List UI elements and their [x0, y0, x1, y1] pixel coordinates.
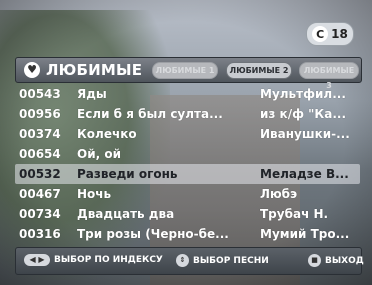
karaoke-screen: C 18 ♥ ЛЮБИМЫЕ ЛЮБИМЫЕ 1 ЛЮБИМЫЕ 2 ЛЮБИМ…: [0, 0, 372, 285]
song-code: 00956: [19, 107, 61, 121]
song-title: Ночь: [77, 187, 112, 201]
list-item[interactable]: 00734 Двадцать два Трубач Н.: [15, 204, 360, 224]
list-item[interactable]: 00654 Ой, ой: [15, 144, 360, 164]
song-artist: Любэ: [260, 187, 298, 201]
song-code: 00316: [19, 227, 61, 241]
song-select-label: ВЫБОР ПЕСНИ: [193, 255, 269, 266]
favorites-header: ♥ ЛЮБИМЫЕ ЛЮБИМЫЕ 1 ЛЮБИМЫЕ 2 ЛЮБИМЫЕ 3: [15, 57, 362, 90]
song-title: Три розы (Черно-бе...: [77, 227, 229, 241]
song-title: Двадцать два: [77, 207, 175, 221]
exit-hint: ■ ВЫХОД: [308, 254, 364, 267]
song-code: 00734: [19, 207, 61, 221]
song-code: 00543: [19, 87, 61, 101]
left-right-arrows-icon: ◀ ▶: [24, 254, 50, 266]
song-artist: из к/ф "Ка...: [260, 107, 347, 121]
song-code: 00654: [19, 147, 61, 161]
song-title: Ой, ой: [77, 147, 121, 161]
header-title: ЛЮБИМЫЕ: [46, 61, 143, 79]
list-item[interactable]: 00374 Колечко Иванушки-...: [15, 124, 360, 144]
list-item[interactable]: 00316 Три розы (Черно-бе... Мумий Тро...: [15, 224, 360, 244]
song-code: 00374: [19, 127, 61, 141]
song-code: 00532: [19, 167, 61, 181]
index-select-label: ВЫБОР ПО ИНДЕКСУ: [54, 255, 163, 265]
counter-value: 18: [331, 27, 348, 41]
song-select-hint: ⇕ ВЫБОР ПЕСНИ: [176, 254, 269, 267]
list-item[interactable]: 00543 Яды Мультфил...: [15, 84, 360, 104]
list-item[interactable]: 00956 Если б я был султа... из к/ф "Ка..…: [15, 104, 360, 124]
song-artist: Трубач Н.: [260, 207, 329, 221]
up-down-arrows-icon: ⇕: [176, 254, 189, 267]
song-artist: Мумий Тро...: [260, 227, 350, 241]
list-item[interactable]: 00467 Ночь Любэ: [15, 184, 360, 204]
tab-favorites-1[interactable]: ЛЮБИМЫЕ 1: [152, 62, 218, 79]
song-artist: Меладзе В...: [260, 167, 349, 181]
song-artist: Мультфил...: [260, 87, 346, 101]
list-item-selected[interactable]: 00532 Разведи огонь Меладзе В...: [15, 164, 360, 184]
favorites-panel: ♥ ЛЮБИМЫЕ ЛЮБИМЫЕ 1 ЛЮБИМЫЕ 2 ЛЮБИМЫЕ 3 …: [15, 57, 364, 275]
heart-icon: ♥: [24, 62, 40, 78]
song-list: 00543 Яды Мультфил... 00956 Если б я был…: [15, 84, 360, 244]
stop-icon: ■: [308, 254, 321, 267]
song-title: Если б я был султа...: [77, 107, 223, 121]
song-title: Колечко: [77, 127, 137, 141]
counter-badge: C 18: [306, 22, 354, 46]
footer-hints: ◀ ▶ ВЫБОР ПО ИНДЕКСУ ⇕ ВЫБОР ПЕСНИ ■ ВЫХ…: [15, 247, 364, 275]
index-select-hint: ◀ ▶ ВЫБОР ПО ИНДЕКСУ: [24, 254, 163, 266]
tab-favorites-3[interactable]: ЛЮБИМЫЕ 3: [299, 62, 359, 90]
c-icon: C: [312, 26, 329, 42]
exit-label: ВЫХОД: [325, 255, 364, 266]
song-code: 00467: [19, 187, 61, 201]
song-title: Разведи огонь: [77, 167, 178, 181]
song-artist: Иванушки-...: [260, 127, 350, 141]
song-title: Яды: [77, 87, 107, 101]
tab-favorites-2[interactable]: ЛЮБИМЫЕ 2: [226, 62, 292, 79]
